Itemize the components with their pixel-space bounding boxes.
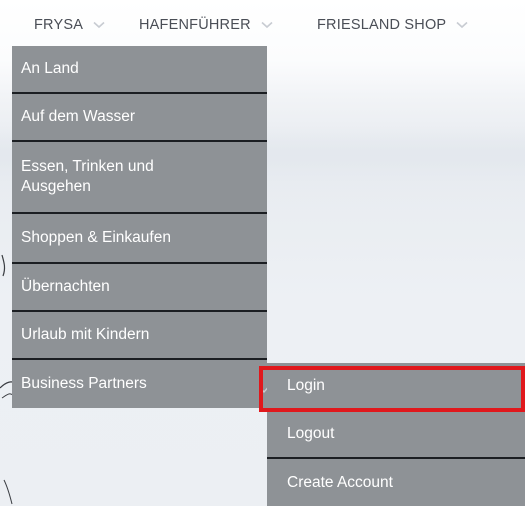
- menu-item-essen-trinken-ausgehen[interactable]: Essen, Trinken und Ausgehen: [12, 142, 267, 214]
- menu-item-label: Shoppen & Einkaufen: [21, 229, 171, 246]
- menu-item-an-land[interactable]: An Land: [12, 46, 267, 94]
- chevron-down-icon: [261, 21, 273, 29]
- menu-item-label: An Land: [21, 60, 79, 77]
- nav-item-label: FRYSA: [34, 17, 84, 33]
- menu-item-label: Business Partners: [21, 375, 147, 392]
- business-partners-submenu: Login Logout Create Account: [267, 363, 525, 506]
- top-navigation: FRYSA HAFENFÜHRER FRIESLAND SHOP: [0, 0, 525, 48]
- dropdown-menu: An Land Auf dem Wasser Essen, Trinken un…: [12, 46, 269, 408]
- menu-item-urlaub-mit-kindern[interactable]: Urlaub mit Kindern: [12, 312, 267, 360]
- menu-item-label: Urlaub mit Kindern: [21, 326, 150, 343]
- submenu-item-label: Logout: [287, 425, 335, 442]
- chevron-down-icon: [456, 21, 468, 29]
- menu-item-shoppen-einkaufen[interactable]: Shoppen & Einkaufen: [12, 214, 267, 264]
- menu-item-label: Essen, Trinken und Ausgehen: [21, 158, 154, 195]
- menu-item-business-partners[interactable]: Business Partners: [12, 360, 269, 408]
- menu-item-label: Auf dem Wasser: [21, 108, 135, 125]
- menu-item-auf-dem-wasser[interactable]: Auf dem Wasser: [12, 94, 267, 142]
- submenu-item-create-account[interactable]: Create Account: [267, 459, 525, 506]
- submenu-item-label: Login: [287, 377, 325, 394]
- nav-item-friesland-shop[interactable]: FRIESLAND SHOP: [317, 17, 468, 33]
- submenu-item-label: Create Account: [287, 474, 393, 491]
- nav-item-hafenfuehrer[interactable]: HAFENFÜHRER: [139, 17, 273, 33]
- nav-item-label: HAFENFÜHRER: [139, 17, 251, 33]
- submenu-item-logout[interactable]: Logout: [267, 411, 525, 459]
- nav-item-frysa[interactable]: FRYSA: [34, 17, 105, 33]
- menu-item-label: Übernachten: [21, 278, 110, 295]
- chevron-down-icon: [93, 21, 105, 29]
- nav-item-label: FRIESLAND SHOP: [317, 17, 447, 33]
- menu-item-uebernachten[interactable]: Übernachten: [12, 264, 267, 312]
- submenu-item-login[interactable]: Login: [267, 363, 525, 411]
- page: FRYSA HAFENFÜHRER FRIESLAND SHOP An Land…: [0, 0, 525, 506]
